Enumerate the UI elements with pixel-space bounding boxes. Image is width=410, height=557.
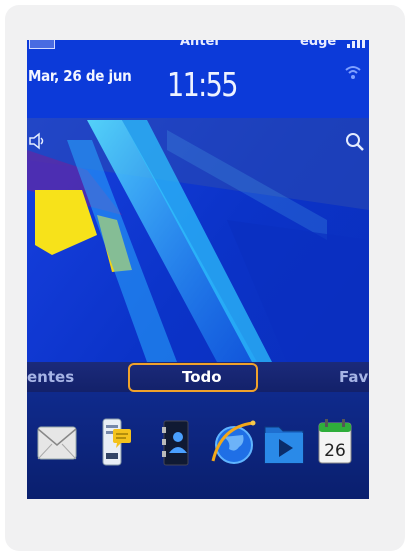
phone-screen: Antel edge Mar, 26 de jun 11:55 entes To… bbox=[27, 40, 369, 499]
tab-recent[interactable]: entes bbox=[27, 368, 74, 386]
contacts-icon[interactable] bbox=[160, 417, 200, 469]
status-bar: Antel edge bbox=[27, 40, 369, 52]
app-category-tabs: entes Todo Favo bbox=[27, 362, 369, 392]
clock-time: 11:55 bbox=[167, 65, 238, 104]
carrier-name: Antel bbox=[180, 40, 219, 49]
wifi-icon bbox=[345, 66, 361, 79]
media-folder-icon[interactable] bbox=[263, 417, 307, 469]
calendar-icon[interactable]: 26 bbox=[317, 417, 353, 469]
document-note-icon[interactable] bbox=[99, 417, 139, 469]
search-icon[interactable] bbox=[345, 132, 365, 152]
signal-strength-icon bbox=[345, 40, 367, 48]
browser-globe-icon[interactable] bbox=[209, 417, 259, 469]
battery-icon bbox=[29, 40, 55, 49]
envelope-icon[interactable] bbox=[37, 417, 77, 469]
network-type: edge bbox=[300, 40, 337, 49]
calendar-day: 26 bbox=[324, 441, 346, 461]
tab-favorites[interactable]: Favo bbox=[339, 368, 369, 386]
date-label: Mar, 26 de jun bbox=[28, 67, 132, 85]
app-dock: 26 bbox=[27, 392, 369, 499]
volume-icon[interactable] bbox=[28, 132, 46, 150]
tab-all[interactable]: Todo bbox=[182, 368, 222, 386]
